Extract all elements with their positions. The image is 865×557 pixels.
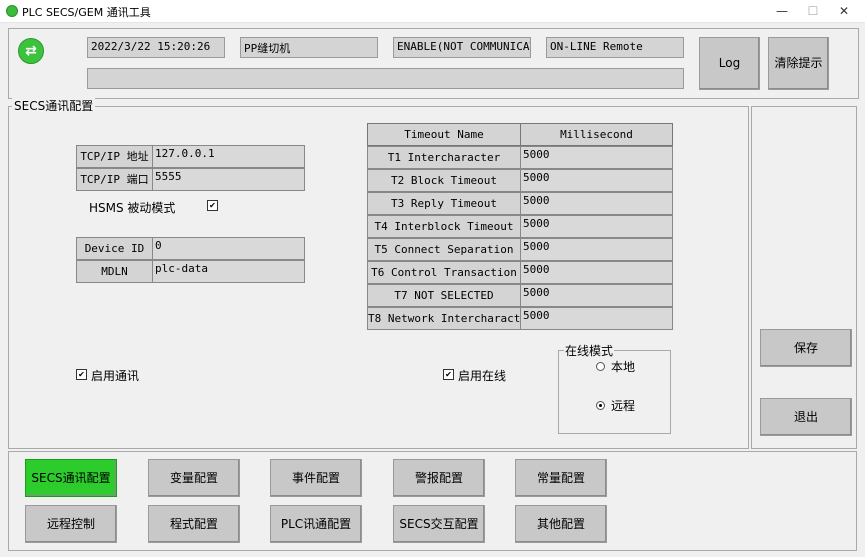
mode-local-radio[interactable]	[596, 362, 605, 371]
nav-secs-config[interactable]: SECS通讯配置	[25, 459, 117, 497]
app-icon	[6, 5, 18, 17]
enable-online-label: 启用在线	[458, 369, 507, 383]
millisecond-header: Millisecond	[520, 123, 673, 146]
nav-constant-config[interactable]: 常量配置	[515, 459, 607, 497]
timeout-value-input[interactable]: 5000	[520, 284, 673, 307]
machine-name-field: PP缝切机	[240, 37, 378, 58]
timeout-name-cell: T2 Block Timeout	[367, 169, 521, 192]
exit-button[interactable]: 退出	[760, 398, 852, 436]
hsms-passive-checkbox[interactable]: ✔	[207, 200, 218, 211]
timeout-name-cell: T5 Connect Separation	[367, 238, 521, 261]
nav-alarm-config[interactable]: 警报配置	[393, 459, 485, 497]
nav-recipe-config[interactable]: 程式配置	[148, 505, 240, 543]
mdln-label: MDLN	[76, 260, 153, 283]
mode-local-label: 本地	[611, 360, 636, 374]
secs-config-legend: SECS通讯配置	[12, 97, 96, 114]
tcp-port-label: TCP/IP 端口	[76, 168, 153, 191]
comm-state-field: ENABLE(NOT COMMUNICATI	[393, 37, 531, 58]
message-field	[87, 68, 684, 89]
nav-remote-control[interactable]: 远程控制	[25, 505, 117, 543]
enable-online-checkbox[interactable]: ✔	[443, 369, 454, 380]
timeout-name-cell: T1 Intercharacter	[367, 146, 521, 169]
timeout-name-cell: T3 Reply Timeout	[367, 192, 521, 215]
timeout-value-input[interactable]: 5000	[520, 169, 673, 192]
nav-other-config[interactable]: 其他配置	[515, 505, 607, 543]
timeout-value-input[interactable]: 5000	[520, 192, 673, 215]
window-title: PLC SECS/GEM 通讯工具	[22, 6, 151, 19]
timeout-name-cell: T7 NOT SELECTED	[367, 284, 521, 307]
enable-comm-checkbox[interactable]: ✔	[76, 369, 87, 380]
timeout-value-input[interactable]: 5000	[520, 146, 673, 169]
maximize-button[interactable]: ☐	[798, 2, 828, 20]
mdln-input[interactable]: plc-data	[152, 260, 305, 283]
nav-event-config[interactable]: 事件配置	[270, 459, 362, 497]
tcp-port-input[interactable]: 5555	[152, 168, 305, 191]
close-button[interactable]: ✕	[829, 2, 859, 20]
mode-remote-radio[interactable]	[596, 401, 605, 410]
log-button[interactable]: Log	[699, 37, 760, 90]
nav-variable-config[interactable]: 变量配置	[148, 459, 240, 497]
mode-remote-label: 远程	[611, 399, 636, 413]
nav-secs-interaction-config[interactable]: SECS交互配置	[393, 505, 485, 543]
tcp-ip-label: TCP/IP 地址	[76, 145, 153, 168]
enable-comm-label: 启用通讯	[91, 369, 140, 383]
minimize-button[interactable]: —	[767, 2, 797, 20]
datetime-field: 2022/3/22 15:20:26	[87, 37, 225, 58]
nav-plc-comm-config[interactable]: PLC讯通配置	[270, 505, 362, 543]
timeout-name-cell: T8 Network Intercharact	[367, 307, 521, 330]
title-bar: PLC SECS/GEM 通讯工具 — ☐ ✕	[0, 0, 865, 23]
hsms-passive-label: HSMS 被动模式	[89, 201, 176, 215]
device-id-input[interactable]: 0	[152, 237, 305, 260]
refresh-icon: ⇄	[18, 38, 44, 64]
clear-hints-button[interactable]: 清除提示	[768, 37, 829, 90]
timeout-name-cell: T6 Control Transaction	[367, 261, 521, 284]
online-state-field: ON-LINE Remote	[546, 37, 684, 58]
timeout-value-input[interactable]: 5000	[520, 307, 673, 330]
timeout-value-input[interactable]: 5000	[520, 261, 673, 284]
timeout-value-input[interactable]: 5000	[520, 238, 673, 261]
tcp-ip-input[interactable]: 127.0.0.1	[152, 145, 305, 168]
timeout-value-input[interactable]: 5000	[520, 215, 673, 238]
save-button[interactable]: 保存	[760, 329, 852, 367]
timeout-name-header: Timeout Name	[367, 123, 521, 146]
timeout-name-cell: T4 Interblock Timeout	[367, 215, 521, 238]
online-mode-legend: 在线模式	[564, 342, 615, 359]
device-id-label: Device ID	[76, 237, 153, 260]
